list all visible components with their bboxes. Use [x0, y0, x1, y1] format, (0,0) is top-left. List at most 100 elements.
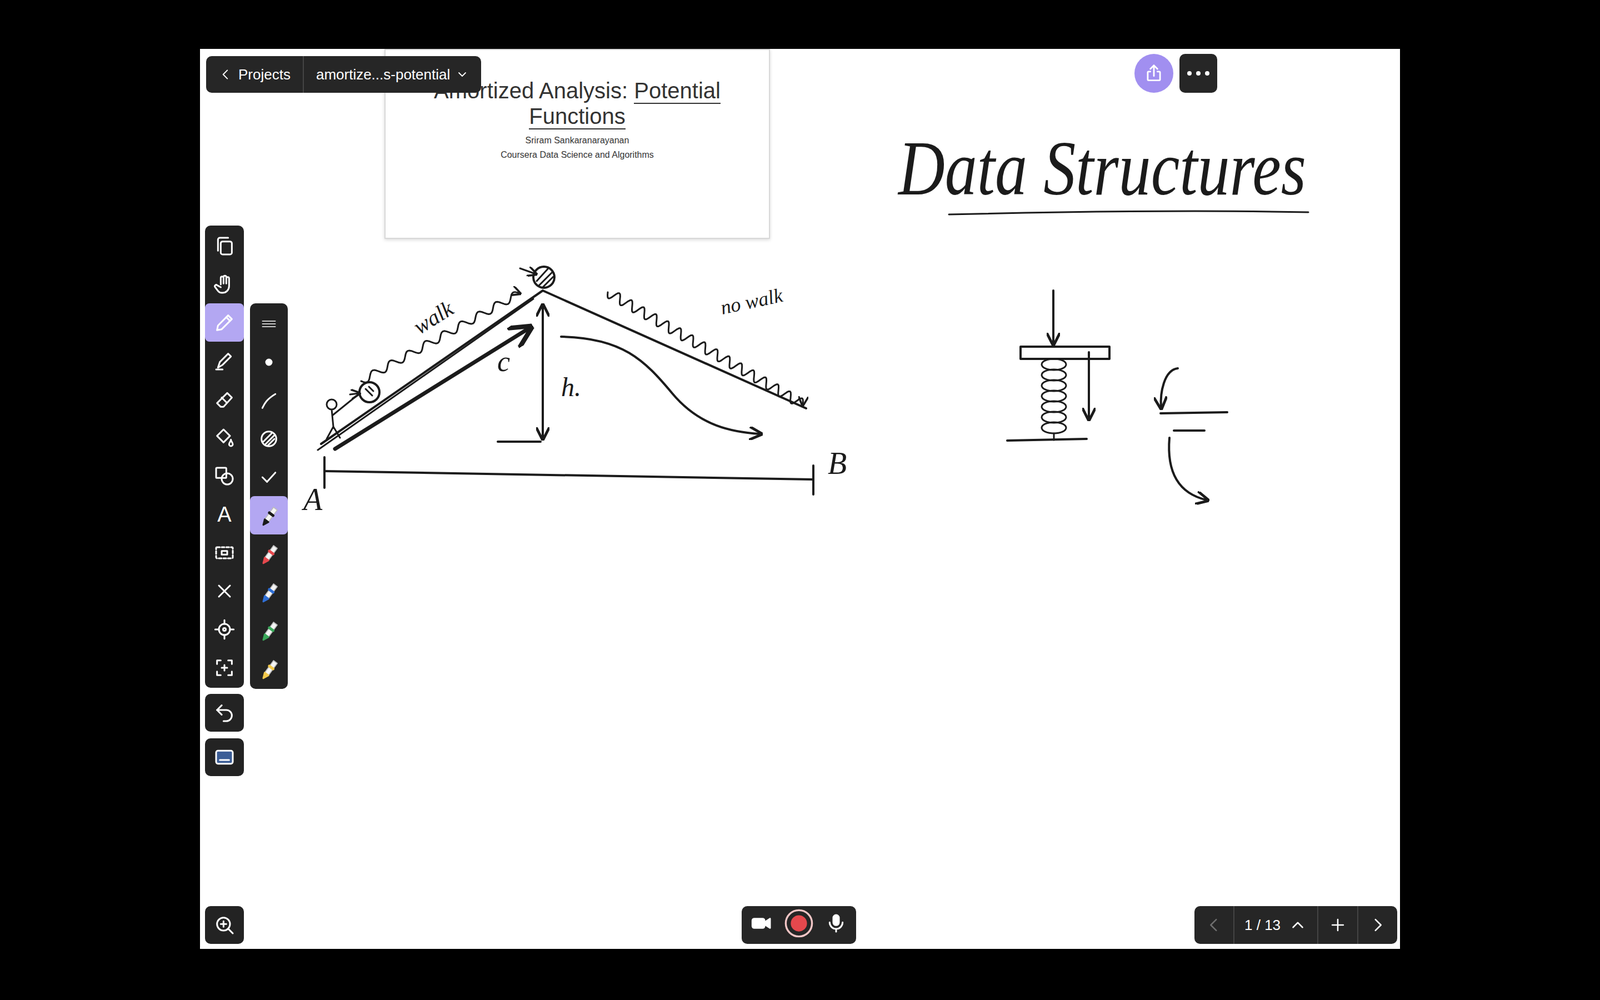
tool-button[interactable]: [205, 226, 244, 265]
separator: [1357, 906, 1359, 944]
chevron-left-icon: [1204, 915, 1224, 935]
document-dropdown[interactable]: amortize...s-potential: [303, 56, 482, 93]
plus-icon: [1328, 915, 1348, 935]
pen-options-bar: [250, 303, 288, 689]
tool-button[interactable]: [205, 456, 244, 495]
check-icon: [257, 466, 280, 489]
curve-icon-wrap: [257, 389, 280, 412]
force-arrow: [1052, 290, 1055, 344]
pages-icon-wrap: [213, 235, 236, 258]
tool-button[interactable]: [205, 265, 244, 304]
camera-icon: [750, 912, 773, 935]
canvas-label: A: [301, 482, 323, 517]
screen-icon: [213, 746, 236, 769]
stroke-option[interactable]: [250, 342, 288, 382]
more-icon-wrap: [1186, 69, 1211, 78]
stroke-option[interactable]: [250, 381, 288, 420]
close-icon: [213, 580, 236, 603]
camera-button[interactable]: [750, 912, 773, 939]
marker-icon: [257, 581, 280, 604]
ball-figure: [359, 382, 380, 403]
spring-base: [1007, 438, 1087, 441]
add-page-button[interactable]: [1318, 906, 1358, 944]
slide-title-text: Functions: [528, 103, 625, 130]
close-icon-wrap: [213, 580, 236, 603]
pen-icon-wrap: [213, 311, 236, 334]
curve-arrow: [1161, 368, 1178, 408]
ball-hatch: [365, 386, 374, 396]
pencil-icon-wrap: [213, 350, 236, 373]
page-picker[interactable]: 1 / 13: [1234, 906, 1318, 944]
push-arrow: [520, 268, 536, 274]
previous-page-button[interactable]: [1194, 906, 1234, 944]
pen-color-button[interactable]: [250, 649, 288, 688]
stroke-option[interactable]: [250, 304, 288, 343]
pencil-icon: [213, 350, 236, 373]
marker-icon-wrap: [257, 581, 280, 604]
spring-coil: [1041, 358, 1067, 434]
chevron-up-icon-wrap: [1288, 915, 1308, 935]
canvas-label: c: [497, 345, 510, 378]
zoom-button[interactable]: [205, 906, 244, 944]
chevron-up-icon: [1288, 915, 1308, 935]
whiteboard-canvas[interactable]: Data Structureswalkno walkch.ABProjectsa…: [200, 48, 1400, 949]
record-button[interactable]: [783, 908, 814, 943]
push-arrow: [350, 393, 359, 395]
share-button[interactable]: [1134, 53, 1174, 93]
h-arrow: [541, 306, 544, 438]
chevron-left-icon: [218, 67, 233, 82]
force-arrow: [1087, 352, 1090, 419]
tool-button[interactable]: [205, 303, 244, 342]
c-arrow: [335, 328, 529, 449]
chevron-right-icon: [1368, 915, 1388, 935]
tool-button[interactable]: [205, 571, 244, 610]
microphone-icon: [825, 912, 848, 935]
ball-figure: [533, 266, 555, 288]
chevron-left-icon-wrap: [218, 67, 233, 82]
dot-icon-wrap: [257, 351, 280, 374]
recording-controls: [741, 906, 857, 944]
camera-icon-wrap: [750, 912, 773, 935]
pen-color-button[interactable]: [250, 611, 288, 650]
slide-author: Sriram Sankaranarayanan: [385, 133, 769, 148]
tool-button[interactable]: A: [205, 495, 244, 534]
separator: [1317, 906, 1319, 944]
stroke-option[interactable]: [250, 419, 288, 458]
tool-button[interactable]: [205, 380, 244, 419]
undo-icon: [213, 701, 236, 724]
spring-plate: [1020, 346, 1110, 359]
record-icon: [783, 908, 814, 939]
screen-button[interactable]: [205, 738, 244, 777]
laser-icon: [213, 618, 236, 641]
zoom-icon: [213, 913, 236, 937]
tool-button[interactable]: [205, 648, 244, 687]
laser-icon-wrap: [213, 618, 236, 641]
microphone-button[interactable]: [825, 912, 848, 939]
pen-color-button[interactable]: [250, 534, 288, 573]
text-tool-label: A: [217, 503, 232, 525]
canvas-label: h.: [561, 372, 582, 402]
projects-button[interactable]: Projects: [206, 56, 303, 93]
tool-button[interactable]: [205, 533, 244, 572]
stick-figure: [326, 394, 359, 439]
next-page-button[interactable]: [1358, 906, 1398, 944]
chevron-down-icon-wrap: [455, 67, 469, 82]
tool-button[interactable]: [205, 610, 244, 649]
canvas-label: B: [827, 446, 847, 481]
hand-icon-wrap: [213, 273, 236, 296]
walk-path: [361, 292, 520, 383]
crop-icon: [213, 656, 236, 679]
pattern-icon-wrap: [257, 427, 280, 450]
pen-color-button[interactable]: [250, 572, 288, 612]
tool-button[interactable]: [205, 418, 244, 457]
more-menu-button[interactable]: [1179, 53, 1218, 93]
eraser-icon: [213, 388, 236, 411]
stroke-option[interactable]: [250, 457, 288, 497]
tool-bar: A: [205, 225, 244, 688]
slide-title-text: Potential: [633, 78, 721, 104]
tool-button[interactable]: [205, 341, 244, 380]
pen-color-button[interactable]: [250, 496, 288, 535]
marker-icon-wrap: [257, 504, 280, 527]
undo-button[interactable]: [205, 693, 244, 732]
record-icon-wrap: [783, 908, 814, 939]
